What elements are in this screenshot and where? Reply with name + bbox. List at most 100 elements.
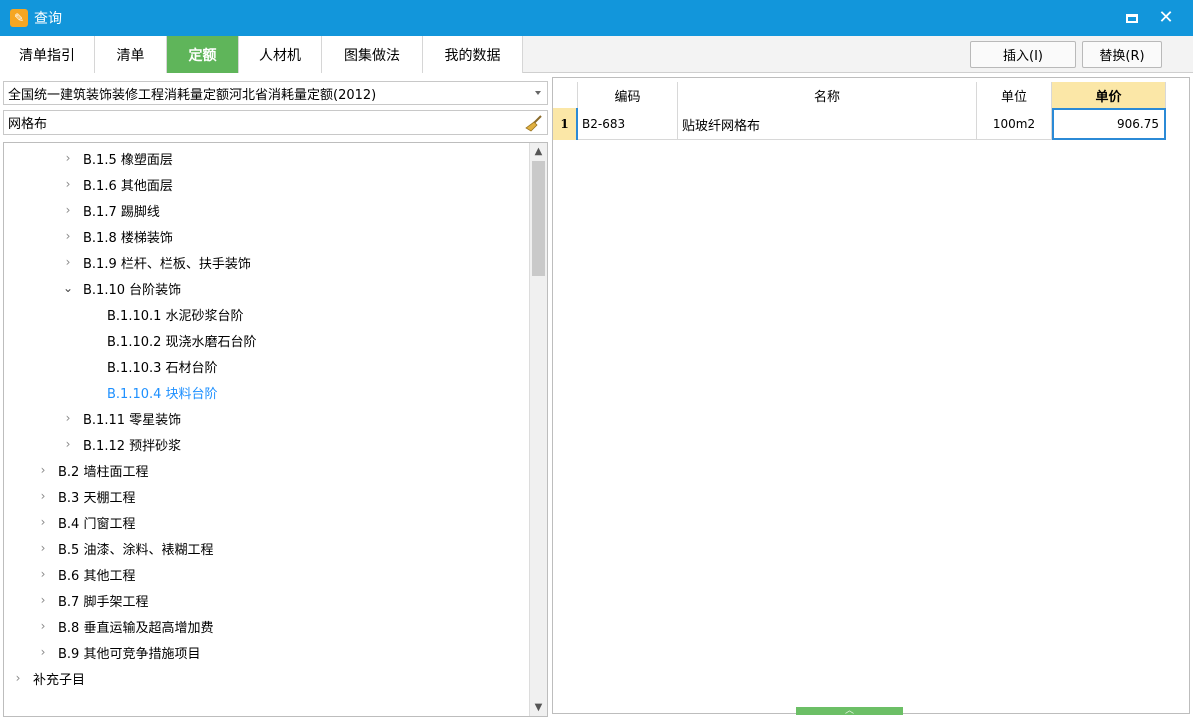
tab-quota[interactable]: 定额 — [167, 36, 239, 73]
tree-item[interactable]: › B.1.6 其他面层 — [61, 171, 173, 197]
chevron-right-icon[interactable]: › — [61, 177, 75, 191]
maximize-icon — [1126, 13, 1138, 23]
close-icon: ✕ — [1158, 7, 1174, 28]
insert-button[interactable]: 插入(I) — [970, 41, 1076, 68]
tab-bill-guide[interactable]: 清单指引 — [0, 36, 95, 73]
tree-item[interactable]: › B.7 脚手架工程 — [36, 587, 149, 613]
chevron-down-icon[interactable] — [535, 91, 541, 95]
tree-item-label: B.1.8 楼梯装饰 — [83, 230, 173, 246]
column-header-name[interactable]: 名称 — [678, 82, 977, 108]
tree-item-label: B.1.10 台阶装饰 — [83, 282, 182, 298]
tree-item-label: B.1.12 预拌砂浆 — [83, 438, 182, 454]
chevron-right-icon[interactable]: › — [36, 619, 50, 633]
chevron-right-icon[interactable]: › — [36, 645, 50, 659]
tree-item[interactable]: › B.4 门窗工程 — [36, 509, 136, 535]
library-select[interactable]: 全国统一建筑装饰装修工程消耗量定额河北省消耗量定额(2012) — [3, 81, 548, 105]
left-panel: 全国统一建筑装饰装修工程消耗量定额河北省消耗量定额(2012) 网格布 › B.… — [0, 77, 549, 717]
tree-item-label: B.1.7 踢脚线 — [83, 204, 160, 220]
chevron-down-icon[interactable]: ⌄ — [61, 281, 75, 295]
tree-item-expanded[interactable]: ⌄ B.1.10 台阶装饰 — [61, 275, 181, 301]
quota-tree: › B.1.5 橡塑面层 › B.1.6 其他面层 › B.1.7 踢脚线 › … — [3, 142, 548, 717]
tree-item[interactable]: B.1.10.1 水泥砂浆台阶 — [107, 301, 244, 327]
panel-splitter-handle[interactable]: ︿ — [796, 705, 903, 716]
tree-item-label: B.1.10.2 现浇水磨石台阶 — [107, 334, 257, 350]
tree-item[interactable]: › B.8 垂直运输及超高增加费 — [36, 613, 214, 639]
window-title: 查询 — [34, 11, 62, 27]
chevron-right-icon[interactable]: › — [36, 515, 50, 529]
chevron-right-icon[interactable]: › — [36, 463, 50, 477]
chevron-right-icon[interactable]: › — [36, 567, 50, 581]
title-bar: ✎ 查询 ✕ — [0, 0, 1193, 36]
chevron-right-icon[interactable]: › — [61, 437, 75, 451]
chevron-right-icon[interactable]: › — [61, 411, 75, 425]
tree-item[interactable]: › B.1.12 预拌砂浆 — [61, 431, 182, 457]
table-row[interactable]: 1 B2-683 贴玻纤网格布 100m2 906.75 — [553, 108, 1166, 140]
chevron-right-icon[interactable]: › — [61, 255, 75, 269]
tree-item[interactable]: › B.2 墙柱面工程 — [36, 457, 149, 483]
chevron-right-icon[interactable]: › — [61, 229, 75, 243]
tree-item[interactable]: B.1.10.2 现浇水磨石台阶 — [107, 327, 257, 353]
column-header-price[interactable]: 单价 — [1052, 82, 1166, 108]
tree-item[interactable]: › B.6 其他工程 — [36, 561, 136, 587]
column-header-code[interactable]: 编码 — [578, 82, 678, 108]
cell-unit[interactable]: 100m2 — [977, 108, 1052, 140]
cell-name[interactable]: 贴玻纤网格布 — [678, 108, 977, 140]
search-input[interactable]: 网格布 — [3, 110, 548, 135]
chevron-up-icon: ︿ — [844, 705, 854, 716]
replace-button[interactable]: 替换(R) — [1082, 41, 1162, 68]
tree-item[interactable]: › B.3 天棚工程 — [36, 483, 136, 509]
row-index-header — [553, 82, 578, 108]
tab-bill[interactable]: 清单 — [95, 36, 167, 73]
tree-item[interactable]: › B.1.9 栏杆、栏板、扶手装饰 — [61, 249, 251, 275]
tree-item[interactable]: › B.1.11 零星装饰 — [61, 405, 182, 431]
chevron-right-icon[interactable]: › — [36, 541, 50, 555]
tree-item[interactable]: › B.9 其他可竞争措施项目 — [36, 639, 201, 665]
tree-item-label: B.1.9 栏杆、栏板、扶手装饰 — [83, 256, 251, 272]
tree-item[interactable]: B.1.10.3 石材台阶 — [107, 353, 218, 379]
tree-item-label: B.2 墙柱面工程 — [58, 464, 149, 480]
chevron-right-icon[interactable]: › — [36, 489, 50, 503]
column-header-unit[interactable]: 单位 — [977, 82, 1052, 108]
chevron-right-icon[interactable]: › — [61, 151, 75, 165]
cell-price[interactable]: 906.75 — [1052, 108, 1166, 140]
tree-item-label: B.6 其他工程 — [58, 568, 136, 584]
tree-item-label: 补充子目 — [33, 672, 86, 688]
search-input-value: 网格布 — [8, 117, 48, 132]
tree-item-label: B.1.10.3 石材台阶 — [107, 360, 218, 376]
chevron-right-icon[interactable]: › — [61, 203, 75, 217]
tree-item[interactable]: › B.5 油漆、涂料、裱糊工程 — [36, 535, 214, 561]
tree-item-label: B.1.10.4 块料台阶 — [107, 386, 218, 402]
chevron-right-icon[interactable]: › — [36, 593, 50, 607]
tree-item[interactable]: › B.1.7 踢脚线 — [61, 197, 160, 223]
tree-item-label: B.4 门窗工程 — [58, 516, 136, 532]
tab-labor-material[interactable]: 人材机 — [239, 36, 322, 73]
tree-item-label: B.1.10.1 水泥砂浆台阶 — [107, 308, 244, 324]
grid-header: 编码 名称 单位 单价 — [553, 82, 1166, 108]
tree-item[interactable]: › B.1.8 楼梯装饰 — [61, 223, 173, 249]
tab-my-data[interactable]: 我的数据 — [423, 36, 523, 73]
tree-item-label: B.9 其他可竞争措施项目 — [58, 646, 201, 662]
tree-item[interactable]: › B.1.5 橡塑面层 — [61, 145, 173, 171]
tree-item-label: B.1.5 橡塑面层 — [83, 152, 173, 168]
tab-list: 清单指引 清单 定额 人材机 图集做法 我的数据 — [0, 36, 523, 73]
tab-atlas-method[interactable]: 图集做法 — [322, 36, 423, 73]
clear-broom-icon[interactable] — [525, 114, 543, 132]
tree-item[interactable]: › 补充子目 — [11, 665, 85, 691]
library-select-value: 全国统一建筑装饰装修工程消耗量定额河北省消耗量定额(2012) — [8, 87, 377, 103]
maximize-button[interactable] — [1119, 5, 1145, 31]
chevron-right-icon[interactable]: › — [11, 671, 25, 685]
close-button[interactable]: ✕ — [1153, 5, 1179, 31]
app-logo-icon: ✎ — [10, 9, 28, 27]
results-grid: 编码 名称 单位 单价 1 B2-683 贴玻纤网格布 100m2 906.75 — [552, 77, 1190, 714]
tab-bar: 清单指引 清单 定额 人材机 图集做法 我的数据 插入(I) 替换(R) — [0, 36, 1193, 73]
tree-item-selected[interactable]: B.1.10.4 块料台阶 — [107, 379, 218, 405]
scroll-down-icon[interactable]: ▼ — [530, 699, 547, 716]
scroll-thumb[interactable] — [532, 161, 545, 276]
scroll-up-icon[interactable]: ▲ — [530, 143, 547, 160]
tree-item-label: B.1.6 其他面层 — [83, 178, 173, 194]
row-index: 1 — [553, 108, 578, 140]
tree-item-label: B.5 油漆、涂料、裱糊工程 — [58, 542, 214, 558]
tree-item-label: B.3 天棚工程 — [58, 490, 136, 506]
tree-scrollbar[interactable]: ▲ ▼ — [529, 143, 547, 716]
cell-code[interactable]: B2-683 — [578, 108, 678, 140]
